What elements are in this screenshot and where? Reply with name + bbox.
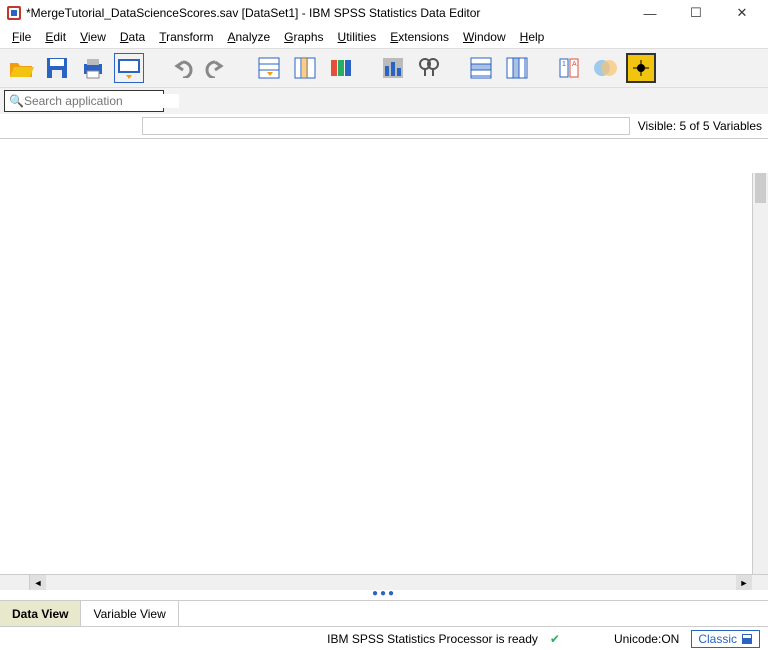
status-ready-icon: ✔ bbox=[550, 632, 560, 646]
cell-editor[interactable] bbox=[142, 117, 630, 135]
app-icon bbox=[6, 5, 22, 21]
status-classic-button[interactable]: Classic bbox=[691, 630, 760, 648]
menu-edit[interactable]: Edit bbox=[39, 28, 72, 46]
status-ready: IBM SPSS Statistics Processor is ready bbox=[327, 632, 538, 646]
menu-view[interactable]: View bbox=[74, 28, 112, 46]
open-icon[interactable] bbox=[6, 53, 36, 83]
menu-transform[interactable]: Transform bbox=[153, 28, 219, 46]
menu-file[interactable]: File bbox=[6, 28, 37, 46]
goto-case-icon[interactable] bbox=[254, 53, 284, 83]
menubar: FileEditViewDataTransformAnalyzeGraphsUt… bbox=[0, 26, 768, 48]
split-file-icon[interactable]: 1A bbox=[554, 53, 584, 83]
select-cases-icon[interactable] bbox=[626, 53, 656, 83]
close-button[interactable]: ✕ bbox=[728, 3, 756, 23]
insert-variable-icon[interactable] bbox=[502, 53, 532, 83]
recall-dialog-icon[interactable] bbox=[114, 53, 144, 83]
tab-data-view[interactable]: Data View bbox=[0, 601, 81, 626]
menu-analyze[interactable]: Analyze bbox=[221, 28, 276, 46]
titlebar: *MergeTutorial_DataScienceScores.sav [Da… bbox=[0, 0, 768, 26]
find-icon[interactable] bbox=[414, 53, 444, 83]
goto-variable-icon[interactable] bbox=[290, 53, 320, 83]
search-application-box[interactable]: 🔍 bbox=[4, 90, 164, 112]
visible-variables-label: Visible: 5 of 5 Variables bbox=[632, 119, 768, 133]
undo-icon[interactable] bbox=[166, 53, 196, 83]
view-tabs: Data View Variable View bbox=[0, 600, 768, 626]
print-icon[interactable] bbox=[78, 53, 108, 83]
search-icon: 🔍 bbox=[9, 94, 24, 108]
menu-window[interactable]: Window bbox=[457, 28, 512, 46]
scroll-right-icon[interactable]: ► bbox=[736, 575, 752, 591]
menu-graphs[interactable]: Graphs bbox=[278, 28, 329, 46]
search-input[interactable] bbox=[24, 94, 179, 108]
insert-case-icon[interactable] bbox=[466, 53, 496, 83]
variables-icon[interactable] bbox=[326, 53, 356, 83]
statusbar: IBM SPSS Statistics Processor is ready ✔… bbox=[0, 626, 768, 650]
svg-text:A: A bbox=[572, 61, 577, 68]
menu-data[interactable]: Data bbox=[114, 28, 151, 46]
run-descr-icon[interactable] bbox=[378, 53, 408, 83]
svg-text:1: 1 bbox=[562, 61, 566, 68]
weight-cases-icon[interactable] bbox=[590, 53, 620, 83]
menu-utilities[interactable]: Utilities bbox=[332, 28, 383, 46]
menu-extensions[interactable]: Extensions bbox=[384, 28, 455, 46]
minimize-button[interactable]: — bbox=[636, 3, 664, 23]
window-title: *MergeTutorial_DataScienceScores.sav [Da… bbox=[26, 6, 636, 20]
resize-handle-icon[interactable]: ●●● bbox=[0, 590, 768, 600]
tab-variable-view[interactable]: Variable View bbox=[81, 601, 178, 626]
save-icon[interactable] bbox=[42, 53, 72, 83]
maximize-button[interactable]: ☐ bbox=[682, 3, 710, 23]
scroll-left-icon[interactable]: ◄ bbox=[30, 575, 46, 591]
horizontal-scrollbar[interactable]: ◄ ► bbox=[0, 574, 768, 590]
vertical-scrollbar[interactable] bbox=[752, 173, 768, 574]
status-unicode: Unicode:ON bbox=[614, 632, 679, 646]
menu-help[interactable]: Help bbox=[514, 28, 551, 46]
redo-icon[interactable] bbox=[202, 53, 232, 83]
toolbar: 1A bbox=[0, 48, 768, 88]
